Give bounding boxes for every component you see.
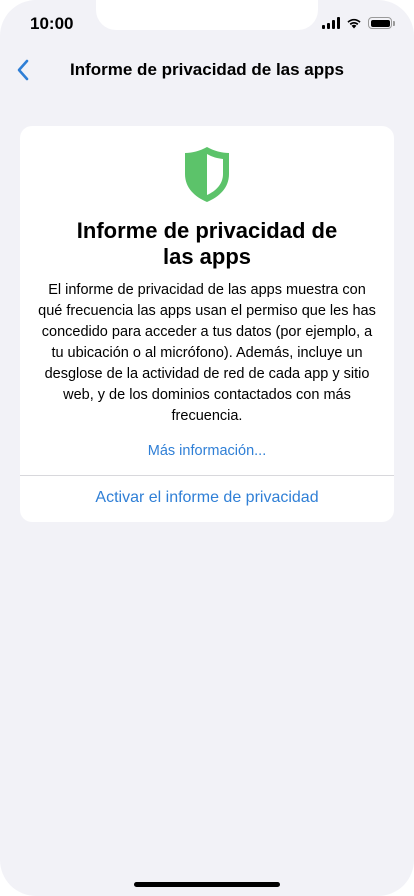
status-bar: 10:00 bbox=[0, 0, 414, 48]
cellular-signal-icon bbox=[322, 17, 340, 29]
card-title: Informe de privacidad de las apps bbox=[76, 218, 338, 269]
status-time: 10:00 bbox=[30, 14, 74, 33]
battery-icon bbox=[368, 17, 395, 29]
phone-screen: 10:00 Informe de privacidad de las apps bbox=[0, 0, 414, 896]
home-indicator[interactable] bbox=[134, 882, 280, 887]
page-title: Informe de privacidad de las apps bbox=[70, 60, 344, 79]
status-icons bbox=[322, 17, 395, 29]
shield-container bbox=[20, 126, 394, 204]
navigation-bar: Informe de privacidad de las apps bbox=[0, 48, 414, 92]
card-description: El informe de privacidad de las apps mue… bbox=[38, 282, 376, 424]
activate-privacy-report-button[interactable]: Activar el informe de privacidad bbox=[20, 476, 394, 522]
more-info-link[interactable]: Más información... bbox=[20, 441, 394, 475]
shield-icon bbox=[185, 147, 229, 202]
privacy-report-card: Informe de privacidad de las apps El inf… bbox=[20, 126, 394, 522]
wifi-icon bbox=[347, 18, 361, 29]
